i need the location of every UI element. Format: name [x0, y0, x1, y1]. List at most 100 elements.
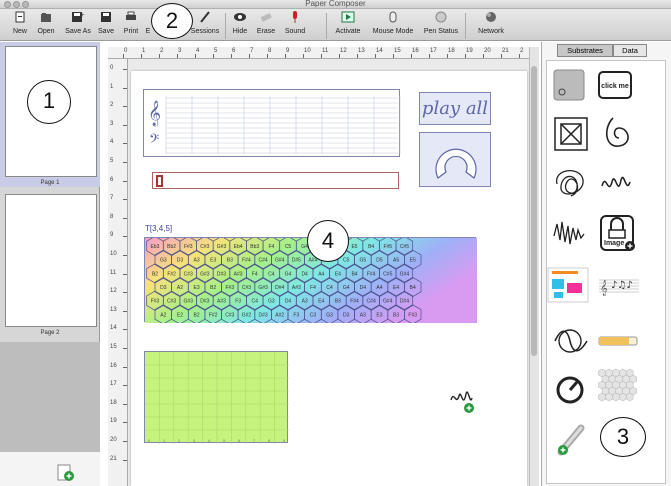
save-as-button[interactable]: + Save As	[62, 11, 94, 41]
bass-clef-icon: 𝄢	[149, 131, 159, 150]
tonnetz-note-label: E2	[177, 312, 183, 318]
ruler-tick	[177, 54, 178, 58]
add-page-icon[interactable]	[57, 464, 75, 482]
staff-graphic: 𝄞 𝄢	[148, 96, 401, 154]
activate-button[interactable]: Activate	[332, 11, 364, 41]
tonnetz-note-label: A4	[318, 271, 324, 277]
tonnetz-note-label: A3	[360, 312, 366, 318]
ruler-tick-label: 20	[110, 437, 117, 443]
tab-data[interactable]: Data	[613, 44, 647, 57]
tonnetz-note-label: F#3	[184, 244, 193, 250]
toolbar: New Open + Save As Save Print E Sessions…	[0, 9, 671, 41]
tonnetz-note-label: G#3	[217, 244, 227, 250]
pen-status-icon	[434, 11, 448, 25]
hex-grid-icon[interactable]	[597, 368, 637, 406]
new-button[interactable]: New	[7, 11, 33, 41]
tonnetz-note-label: B3	[227, 258, 233, 264]
microphone-icon	[288, 11, 302, 25]
tonnetz-note-label: G#3	[184, 299, 194, 305]
tonnetz-note-label: C4	[268, 271, 275, 277]
ruler-tick-label: 21	[110, 455, 117, 462]
vertical-ruler: 0 1 2 3 4 5 6 7 8 9 10 11 12 13 14 15 16 17 18 19 20 21	[108, 59, 128, 486]
toolbar-separator	[465, 13, 466, 39]
page-label: Page 2	[40, 330, 60, 336]
tonnetz-note-label: B3	[335, 299, 341, 305]
image-add-icon[interactable]: Image	[599, 214, 637, 252]
hide-button[interactable]: Hide	[227, 11, 253, 41]
tonnetz-note-label: Eb4	[234, 244, 243, 250]
score-notation-icon[interactable]: 𝄞 ♪♫♪	[599, 268, 639, 306]
ruler-tick	[267, 54, 268, 58]
tonnetz-note-label: A#3	[234, 271, 243, 277]
tonnetz-note-label: C5	[285, 244, 292, 250]
tonnetz-note-label: A#3	[217, 299, 226, 305]
open-button[interactable]: Open	[33, 11, 59, 41]
sound-button[interactable]: Sound	[281, 11, 309, 41]
tonnetz-note-label: G4	[285, 271, 292, 277]
ruler-tick-label: 18	[448, 48, 455, 54]
tonnetz-note-label: C#3	[184, 271, 193, 277]
tonnetz-note-label: A4	[376, 285, 382, 291]
knob-widget[interactable]	[419, 132, 491, 187]
tonnetz-note-label: B3	[393, 312, 399, 318]
color-layout-icon[interactable]	[547, 266, 589, 304]
scribble-gesture-icon[interactable]	[551, 164, 589, 202]
tonnetz-note-label: G3	[326, 312, 333, 318]
tonnetz-note-label: E4	[318, 299, 324, 305]
sessions-button[interactable]: Sessions	[187, 11, 223, 41]
pen-status-button[interactable]: Pen Status	[422, 11, 460, 41]
tonnetz-note-label: B4	[351, 271, 357, 277]
toggle-substrate-icon[interactable]	[553, 66, 591, 104]
toolbar-separator	[225, 13, 226, 39]
erase-button[interactable]: Erase	[253, 11, 279, 41]
tonnetz-note-label: B2	[152, 271, 158, 277]
network-button[interactable]: Network	[474, 11, 508, 41]
horizontal-slider-widget[interactable]	[152, 172, 399, 189]
ruler-tick	[123, 348, 127, 349]
xy-pad-widget[interactable]: 0 1 2 3 4 5 6 7 8 9	[144, 351, 289, 444]
xy-tick-label: 6	[238, 438, 241, 443]
tonnetz-note-label: G#3	[200, 271, 210, 277]
ruler-tick-label: 20	[484, 48, 491, 54]
click-me-button-icon[interactable]: click me	[597, 66, 635, 104]
ruler-tick	[123, 199, 127, 201]
ruler-tick-label: 2	[520, 48, 524, 54]
ruler-tick	[123, 366, 127, 368]
ruler-tick	[123, 459, 127, 461]
tonnetz-note-label: C#3	[167, 299, 176, 305]
music-staff-widget[interactable]: 𝄞 𝄢	[143, 89, 401, 157]
tremolo-gesture-icon[interactable]	[551, 214, 589, 252]
tonnetz-note-label: A#2	[275, 312, 284, 318]
tonnetz-note-label: F#4	[242, 258, 251, 264]
ruler-tick	[465, 54, 466, 58]
wave-gesture-icon[interactable]	[599, 164, 637, 202]
ruler-tick-label: 12	[110, 288, 117, 295]
ruler-tick-label: 4	[196, 48, 200, 54]
xy-tick-label: 4	[208, 438, 211, 443]
add-pen-icon[interactable]	[553, 420, 591, 458]
ruler-tick	[303, 54, 304, 58]
spiral-gesture-icon[interactable]	[599, 114, 637, 152]
scrollbar-thumb[interactable]	[531, 66, 537, 356]
play-all-button[interactable]: play all	[419, 92, 491, 125]
ruler-tick	[321, 54, 322, 58]
treble-clef-icon: 𝄞	[148, 100, 161, 126]
xy-tick-label: 3	[193, 438, 196, 443]
tonnetz-note-label: G#2	[242, 312, 252, 318]
mouse-mode-button[interactable]: Mouse Mode	[369, 11, 417, 41]
tonnetz-note-label: C#3	[200, 244, 209, 250]
ruler-tick	[123, 69, 127, 70]
xy-tick-label: 8	[268, 438, 271, 443]
save-button[interactable]: Save	[93, 11, 119, 41]
crossed-box-icon[interactable]	[553, 116, 591, 154]
tab-substrates[interactable]: Substrates	[557, 44, 613, 57]
wave-gesture-add-icon[interactable]	[445, 376, 487, 418]
ruler-tick-label: 14	[110, 325, 117, 332]
slider-substrate-icon[interactable]	[597, 322, 638, 360]
xy-tick-label: 5	[223, 438, 226, 443]
slider-handle[interactable]	[156, 175, 163, 187]
tonnetz-note-label: E3	[194, 285, 200, 291]
dial-knob-icon[interactable]	[553, 370, 591, 408]
page-thumbnail-2[interactable]	[5, 194, 97, 327]
sine-wave-icon[interactable]	[553, 322, 591, 360]
